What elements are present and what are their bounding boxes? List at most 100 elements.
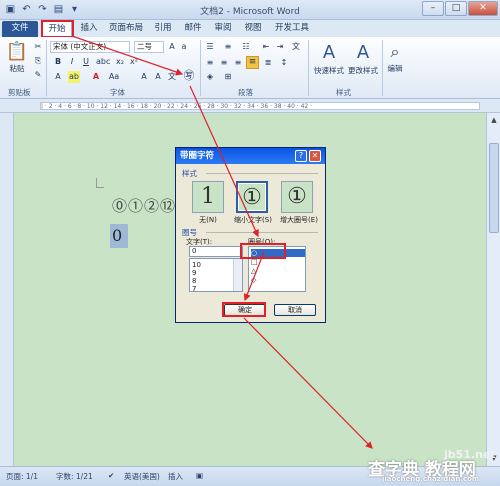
selected-character[interactable]: 0	[110, 224, 128, 248]
style-enlarge-symbol-option[interactable]: ①	[281, 181, 313, 213]
tab-page-layout[interactable]: 页面布局	[106, 21, 146, 37]
status-proofing-icon[interactable]: ✔	[108, 471, 114, 480]
multilevel-list-icon[interactable]: ☷	[240, 41, 252, 53]
increase-indent-icon[interactable]: ⇥	[274, 41, 286, 53]
styles-group-label: 样式	[336, 88, 351, 97]
text-input[interactable]: 0	[189, 246, 243, 257]
tab-references[interactable]: 引用	[150, 21, 176, 37]
line-spacing-icon[interactable]: ↕	[278, 57, 290, 69]
cancel-button[interactable]: 取消	[274, 304, 316, 316]
cut-icon[interactable]: ✂	[32, 41, 44, 53]
text-listbox-scrollbar[interactable]	[233, 259, 242, 291]
chinese-layout-icon[interactable]: 文	[290, 41, 302, 53]
tab-file[interactable]: 文件	[2, 21, 38, 37]
superscript-icon[interactable]: x²	[128, 56, 140, 68]
help-button[interactable]: ?	[295, 150, 307, 162]
vertical-scrollbar[interactable]: ▲ ▼	[486, 113, 500, 466]
quick-styles-button[interactable]: A 快速样式	[312, 41, 346, 76]
ribbon-tabs: 文件 开始 插入 页面布局 引用 邮件 审阅 视图 开发工具	[0, 20, 500, 37]
scroll-thumb[interactable]	[489, 143, 499, 233]
shading-icon[interactable]: ◈	[204, 71, 216, 83]
align-center-icon[interactable]: ≡	[218, 57, 230, 69]
tab-mailings[interactable]: 邮件	[180, 21, 206, 37]
horizontal-ruler: | · 2 · 4 · 6 · 8 · 10 · 12 · 14 · 16 · …	[0, 99, 500, 113]
font-size-combo[interactable]: 二号	[134, 41, 164, 53]
close-button[interactable]: ✕	[468, 1, 498, 16]
phonetic-guide-icon[interactable]: 文	[166, 71, 178, 83]
highlight-enclosure-selection	[240, 243, 286, 259]
bullets-icon[interactable]: ☰	[204, 41, 216, 53]
font-name-combo[interactable]: 宋体 (中文正文)	[50, 41, 130, 53]
enclose-characters-button[interactable]: ㊢	[182, 69, 196, 83]
borders-icon[interactable]: ⊞	[222, 71, 234, 83]
tab-developer[interactable]: 开发工具	[272, 21, 312, 37]
change-case-icon[interactable]: Aa	[108, 71, 120, 83]
align-right-icon[interactable]: ≡	[232, 57, 244, 69]
minimize-button[interactable]: –	[422, 1, 444, 16]
distributed-icon[interactable]: ≣	[262, 57, 274, 69]
close-icon[interactable]: ✕	[309, 150, 321, 162]
style-section-label: 样式	[182, 169, 197, 178]
style-shrink-text-option[interactable]: ①	[236, 181, 268, 213]
circled-characters-text: ⓪①②⑫	[112, 197, 177, 215]
strikethrough-icon[interactable]: abc	[96, 56, 110, 68]
bold-icon[interactable]: B	[52, 56, 64, 68]
list-item[interactable]: 7	[192, 285, 236, 291]
grow-font-icon[interactable]: A	[166, 41, 178, 53]
list-item[interactable]: □	[251, 258, 295, 266]
scroll-up-icon[interactable]: ▲	[489, 115, 499, 125]
decrease-indent-icon[interactable]: ⇤	[260, 41, 272, 53]
find-icon: ⌕	[390, 42, 400, 61]
style-none-label: 无(N)	[199, 216, 217, 224]
ribbon: 📋 粘贴 ✂ ⎘ ✎ 剪贴板 宋体 (中文正文) 二号 A a B I U ab…	[0, 37, 500, 123]
subscript-icon[interactable]: x₂	[114, 56, 126, 68]
change-styles-icon: A	[356, 42, 370, 63]
font-group-label: 字体	[110, 88, 125, 97]
list-item[interactable]: △	[251, 267, 295, 275]
change-styles-button[interactable]: A 更改样式	[346, 41, 380, 76]
list-item[interactable]: 10	[192, 261, 236, 269]
maximize-button[interactable]: □	[445, 1, 467, 16]
highlight-ok-button	[222, 302, 266, 317]
window-controls: – □ ✕	[422, 1, 498, 16]
tab-review[interactable]: 审阅	[210, 21, 236, 37]
italic-icon[interactable]: I	[66, 56, 78, 68]
tab-view[interactable]: 视图	[240, 21, 266, 37]
justify-icon[interactable]: ≡	[246, 56, 259, 69]
title-bar: ▣ ↶ ↷ ▤ ▾ 文档2 - Microsoft Word – □ ✕	[0, 0, 500, 20]
editing-button[interactable]: ⌕ 编辑	[384, 41, 406, 74]
status-page[interactable]: 页面: 1/1	[6, 471, 38, 482]
status-language[interactable]: 英语(美国)	[124, 471, 160, 482]
list-item[interactable]: 8	[192, 277, 236, 285]
clear-format-icon[interactable]: A	[152, 71, 164, 83]
copy-icon[interactable]: ⎘	[32, 55, 44, 67]
highlight-color-icon[interactable]: ab	[68, 71, 80, 83]
format-painter-icon[interactable]: ✎	[32, 69, 44, 81]
macro-icon[interactable]: ▣	[196, 471, 203, 480]
underline-icon[interactable]: U	[80, 56, 92, 68]
shrink-font-icon[interactable]: a	[178, 41, 190, 53]
list-item[interactable]: 9	[192, 269, 236, 277]
quick-styles-icon: A	[322, 42, 336, 63]
status-insert-mode[interactable]: 插入	[168, 471, 183, 482]
enclose-characters-dialog: 带圈字符 ? ✕ 样式 1 ① ① 无(N) 缩小文字(S) 增大圈号(E) 圈…	[175, 147, 326, 323]
text-listbox[interactable]: 10 9 8 7	[189, 258, 243, 292]
align-left-icon[interactable]: ≡	[204, 57, 216, 69]
numbering-icon[interactable]: ≡	[222, 41, 234, 53]
tab-insert[interactable]: 插入	[76, 21, 102, 37]
vertical-ruler	[0, 113, 14, 466]
text-effects-icon[interactable]: A	[52, 71, 64, 83]
style-none-option[interactable]: 1	[192, 181, 224, 213]
watermark-url: jiaocheng.chazidian.com	[382, 475, 480, 483]
paste-button[interactable]: 📋 粘贴	[4, 41, 30, 74]
clipboard-icon: 📋	[5, 41, 29, 62]
style-enlarge-symbol-label: 增大圈号(E)	[280, 216, 318, 224]
paragraph-group-label: 段落	[238, 88, 253, 97]
font-color-icon[interactable]: A	[90, 71, 102, 83]
clipboard-group-label: 剪贴板	[8, 88, 31, 97]
list-item[interactable]: ◇	[251, 276, 295, 284]
grow-font-icon-2[interactable]: A	[138, 71, 150, 83]
text-margin-mark	[96, 178, 104, 188]
status-words[interactable]: 字数: 1/21	[56, 471, 93, 482]
highlight-home-tab	[41, 20, 74, 38]
